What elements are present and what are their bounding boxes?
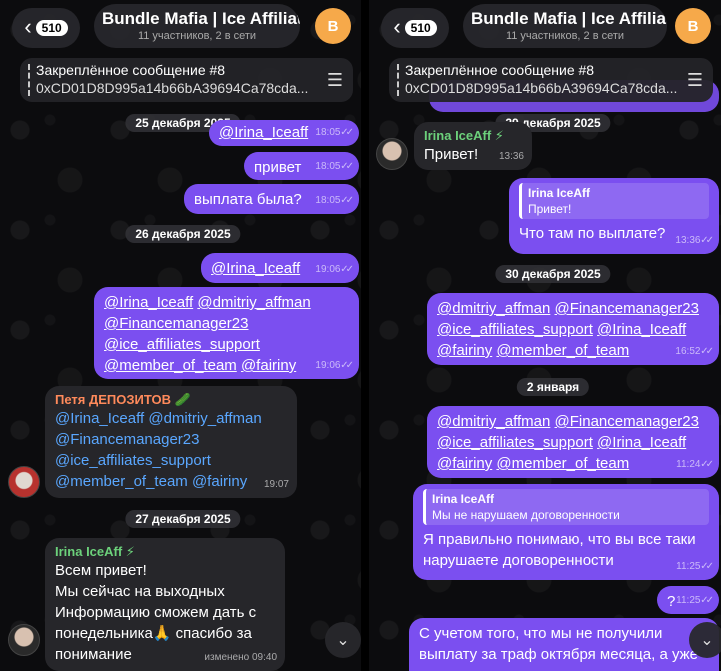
message-outgoing[interactable]: выплата была? 18:05 [184,184,359,214]
reply-quote[interactable]: Irina IceAff Привет! [519,183,709,219]
unread-badge: 510 [404,20,437,36]
message-outgoing[interactable]: @Irina_Iceaff 19:06 [201,253,359,283]
scroll-down-button[interactable]: ⌄ [689,622,721,658]
chat-pane-right: 29 декабря 2025 Irina IceAff ⚡ Привет! 1… [369,0,721,671]
pinned-message[interactable]: Закреплённое сообщение #8 0xCD01D8D995a1… [20,58,353,102]
message-outgoing[interactable]: С учетом того, что мы не получили выплат… [409,618,719,671]
message-incoming[interactable]: Irina IceAff ⚡ Всем привет! Мы сейчас на… [45,538,285,671]
message-outgoing[interactable]: @dmitriy_affman @Financemanager23 @ice_a… [427,293,719,365]
pinned-list-icon[interactable]: ☰ [327,70,343,91]
date-separator: 2 января [516,378,590,396]
message-outgoing[interactable]: ? 11:25 [657,586,719,614]
message-outgoing[interactable]: Irina IceAff Мы не нарушаем договореннос… [413,484,719,580]
chat-header: ‹ 510 Bundle Mafia | Ice Affiliates 11 у… [369,0,721,108]
divider [361,0,369,671]
chevron-left-icon: ‹ [393,14,401,39]
chat-title[interactable]: Bundle Mafia | Ice Affiliates 11 участни… [463,4,667,48]
pinned-message[interactable]: Закреплённое сообщение #8 0xCD01D8D995a1… [389,58,713,102]
group-avatar[interactable]: B [315,8,351,44]
date-separator: 27 декабря 2025 [125,510,241,528]
group-avatar[interactable]: B [675,8,711,44]
avatar[interactable] [376,138,408,170]
chat-title[interactable]: Bundle Mafia | Ice Affiliates 11 участни… [94,4,300,48]
date-separator: 30 декабря 2025 [495,265,611,283]
back-button[interactable]: ‹ 510 [12,8,80,48]
message-outgoing[interactable]: @Irina_Iceaff 18:05 [209,120,359,146]
sender-name[interactable]: Irina IceAff ⚡ [424,127,522,144]
message-outgoing[interactable]: Irina IceAff Привет! Что там по выплате?… [509,178,719,254]
sender-name[interactable]: Петя ДЕПОЗИТОВ 🥒 [55,391,287,408]
chevron-down-icon: ⌄ [700,632,714,649]
avatar[interactable] [8,466,40,498]
message-incoming[interactable]: Петя ДЕПОЗИТОВ 🥒 @Irina_Iceaff @dmitriy_… [45,386,297,498]
back-button[interactable]: ‹ 510 [381,8,449,48]
avatar[interactable] [8,624,40,656]
unread-badge: 510 [35,20,68,36]
reply-quote[interactable]: Irina IceAff Мы не нарушаем договореннос… [423,489,709,525]
chat-pane-left: 25 декабря 2025 @Irina_Iceaff18:05 приве… [0,0,361,671]
chevron-left-icon: ‹ [24,14,32,39]
message-outgoing[interactable]: привет 18:05 [244,152,359,180]
chevron-down-icon: ⌄ [336,632,350,649]
scroll-down-button[interactable]: ⌄ [325,622,361,658]
message-outgoing[interactable]: @Irina_Iceaff @dmitriy_affman @Financema… [94,287,359,379]
pinned-list-icon[interactable]: ☰ [687,70,703,91]
date-separator: 26 декабря 2025 [125,225,241,243]
message-outgoing[interactable]: @dmitriy_affman @Financemanager23 @ice_a… [427,406,719,478]
message-incoming[interactable]: Irina IceAff ⚡ Привет! 13:36 [414,122,532,170]
chat-header: ‹ 510 Bundle Mafia | Ice Affiliates 11 у… [0,0,361,108]
sender-name[interactable]: Irina IceAff ⚡ [55,543,275,560]
